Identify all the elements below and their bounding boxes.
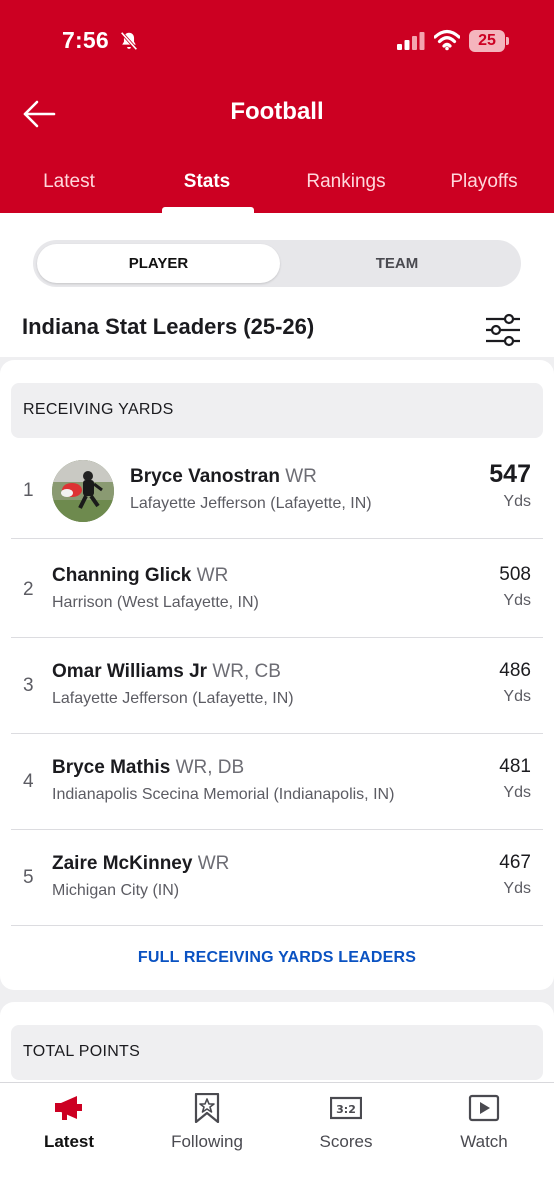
player-position: WR, DB <box>175 757 245 778</box>
svg-text:3:2: 3:2 <box>336 1103 356 1116</box>
player-position: WR <box>196 565 229 586</box>
wifi-icon <box>434 29 460 51</box>
tab-stats[interactable]: Stats <box>138 171 276 193</box>
filter-sliders-icon[interactable] <box>484 313 522 347</box>
tab-rankings[interactable]: Rankings <box>277 171 415 193</box>
stat-value: 467 <box>499 852 531 873</box>
player-position: WR, CB <box>212 661 281 682</box>
status-time: 7:56 <box>62 27 109 53</box>
player-school: Michigan City (IN) <box>52 882 180 899</box>
bell-muted-icon <box>120 31 138 51</box>
stat-unit: Yds <box>503 592 531 609</box>
divider <box>11 925 543 926</box>
nav-latest[interactable]: Latest <box>0 1083 138 1163</box>
rank: 5 <box>23 867 34 888</box>
stat-unit: Yds <box>503 688 531 705</box>
player-photo <box>52 460 114 522</box>
category-label: TOTAL POINTS <box>23 1043 141 1060</box>
nav-watch[interactable]: Watch <box>415 1083 553 1163</box>
leader-row[interactable]: 3 Omar Williams Jr WR, CB Lafayette Jeff… <box>11 638 543 734</box>
divider <box>11 538 543 539</box>
megaphone-icon <box>55 1096 82 1120</box>
scoreboard-icon: 3:2 <box>330 1096 362 1120</box>
player-team-toggle: PLAYER TEAM <box>33 240 521 287</box>
player-segment-button[interactable]: PLAYER <box>37 244 280 283</box>
nav-label: Latest <box>43 1132 95 1151</box>
player-position: WR <box>285 466 317 487</box>
stat-leaders-title: Indiana Stat Leaders (25-26) <box>22 314 315 339</box>
section-tabs: Latest Stats Rankings Playoffs <box>0 163 554 213</box>
nav-label: Watch <box>460 1132 508 1151</box>
battery-indicator: 25 <box>469 30 509 52</box>
stat-value: 547 <box>489 460 531 488</box>
player-school: Lafayette Jefferson (Lafayette, IN) <box>52 690 294 707</box>
stat-value: 481 <box>499 756 531 777</box>
rank: 3 <box>23 675 34 696</box>
tab-latest[interactable]: Latest <box>0 171 138 193</box>
player-name: Zaire McKinney <box>52 853 193 874</box>
player-school: Indianapolis Scecina Memorial (Indianapo… <box>52 786 395 803</box>
rank: 1 <box>23 480 34 501</box>
leader-row[interactable]: 4 Bryce Mathis WR, DB Indianapolis Sceci… <box>11 734 543 830</box>
player-school: Harrison (West Lafayette, IN) <box>52 594 259 611</box>
page-title: Football <box>230 98 324 125</box>
player-school: Lafayette Jefferson (Lafayette, IN) <box>130 495 372 512</box>
leader-row[interactable]: 1 Bryce Vanostran WR Lafayette Jefferson… <box>11 443 543 539</box>
player-name: Bryce Vanostran <box>130 466 280 487</box>
rank: 2 <box>23 579 34 600</box>
nav-scores[interactable]: 3:2 Scores <box>277 1083 415 1163</box>
leader-row[interactable]: 5 Zaire McKinney WR Michigan City (IN) 4… <box>11 830 543 926</box>
stat-value: 508 <box>499 564 531 585</box>
team-segment-button[interactable]: TEAM <box>277 244 517 283</box>
player-name: Bryce Mathis <box>52 757 171 778</box>
nav-following[interactable]: Following <box>138 1083 276 1163</box>
stats-controls: PLAYER TEAM Indiana Stat Leaders (25-26) <box>0 213 554 357</box>
full-receiving-leaders-link[interactable]: FULL RECEIVING YARDS LEADERS <box>0 949 554 967</box>
leader-row[interactable]: 2 Channing Glick WR Harrison (West Lafay… <box>11 542 543 638</box>
category-header: TOTAL POINTS <box>11 1025 543 1080</box>
player-position: WR <box>197 853 230 874</box>
play-icon <box>468 1094 500 1122</box>
player-name: Channing Glick <box>52 565 192 586</box>
cellular-signal-icon <box>397 32 425 50</box>
receiving-yards-card: RECEIVING YARDS 1 Bryce Vanostran WR Laf… <box>0 360 554 990</box>
stat-value: 486 <box>499 660 531 681</box>
bookmark-star-icon <box>194 1093 220 1123</box>
stat-unit: Yds <box>503 493 531 510</box>
tab-playoffs[interactable]: Playoffs <box>415 171 553 193</box>
rank: 4 <box>23 771 34 792</box>
nav-label: Scores <box>319 1132 373 1151</box>
battery-level: 25 <box>469 30 505 52</box>
category-header: RECEIVING YARDS <box>11 383 543 438</box>
stat-unit: Yds <box>503 880 531 897</box>
category-label: RECEIVING YARDS <box>23 401 174 418</box>
bottom-navigation: Latest Following 3:2 Scores Watch <box>0 1082 554 1200</box>
app-header: 7:56 25 Football Latest Stats Rankings P… <box>0 0 554 213</box>
player-name: Omar Williams Jr <box>52 661 208 682</box>
nav-label: Following <box>171 1132 243 1151</box>
stat-unit: Yds <box>503 784 531 801</box>
